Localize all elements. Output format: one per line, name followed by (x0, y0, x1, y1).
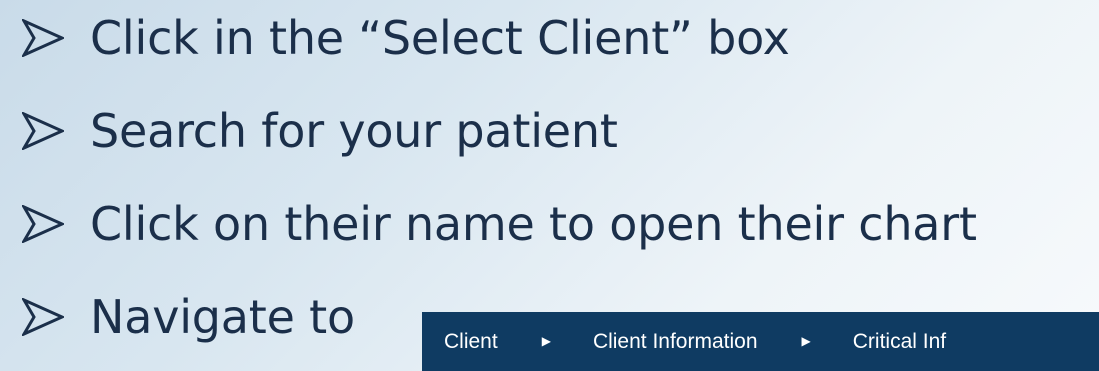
arrow-bullet-icon (22, 205, 64, 243)
navigation-breadcrumb: Client ▶ Client Information ▶ Critical I… (422, 312, 1099, 371)
bullet-text: Navigate to (90, 290, 355, 344)
bullet-item-search-patient: Search for your patient (22, 101, 618, 161)
arrow-bullet-icon (22, 298, 64, 336)
bullet-item-select-client: Click in the “Select Client” box (22, 8, 790, 68)
bullet-text: Click in the “Select Client” box (90, 11, 790, 65)
bullet-text: Search for your patient (90, 104, 618, 158)
arrow-bullet-icon (22, 19, 64, 57)
bullet-item-navigate: Navigate to (22, 287, 355, 347)
chevron-right-icon: ▶ (541, 333, 551, 348)
breadcrumb-client-information[interactable]: Client Information (593, 312, 758, 371)
arrow-bullet-icon (22, 112, 64, 150)
breadcrumb-client[interactable]: Client (444, 312, 498, 371)
chevron-right-icon: ▶ (801, 333, 811, 348)
instruction-slide: Click in the “Select Client” box Search … (0, 0, 1099, 371)
bullet-text: Click on their name to open their chart (90, 197, 977, 251)
bullet-item-open-chart: Click on their name to open their chart (22, 194, 977, 254)
breadcrumb-critical-information[interactable]: Critical Inf (853, 312, 946, 371)
